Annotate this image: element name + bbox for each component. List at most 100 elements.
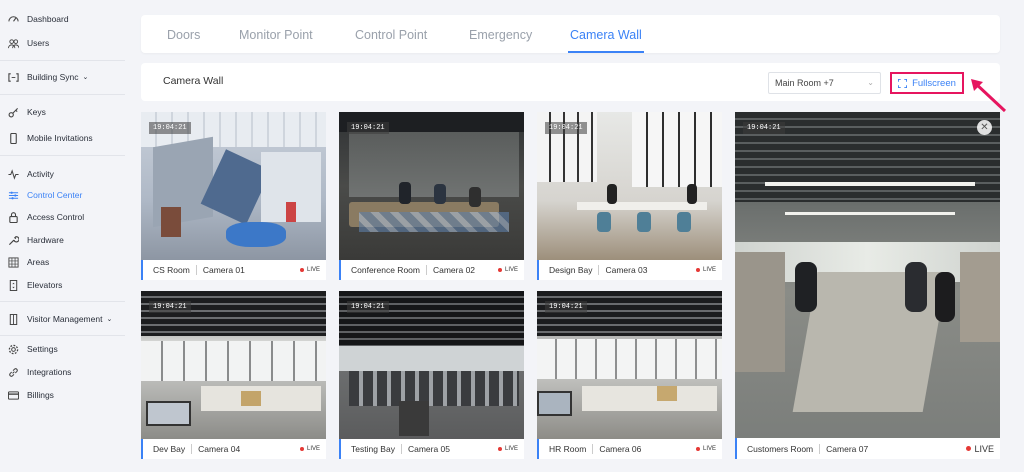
camera-tile-cs-room[interactable]: 19:04:21 CS Room Camera 01 LIVE <box>141 112 326 280</box>
live-dot-icon <box>695 447 700 451</box>
camera-room: Dev Bay <box>143 444 193 454</box>
camera-room: CS Room <box>143 265 197 275</box>
link-icon <box>9 367 18 377</box>
activity-icon <box>8 168 19 180</box>
live-dot-icon <box>497 268 502 272</box>
fullscreen-button[interactable]: Fullscreen <box>890 72 964 94</box>
camera-timestamp: 19:04:21 <box>347 122 389 134</box>
live-indicator: LIVE <box>966 444 994 454</box>
camera-timestamp: 19:04:21 <box>149 301 191 313</box>
grid-icon <box>8 256 19 268</box>
camera-caption: CS Room Camera 01 LIVE <box>141 260 326 280</box>
live-label: LIVE <box>974 443 994 454</box>
camera-tile-hr-room[interactable]: 19:04:21 HR Room Camera 06 LIVE <box>537 291 722 459</box>
camera-tile-conference-room[interactable]: 19:04:21 Conference Room Camera 02 LIVE <box>339 112 524 280</box>
tab-doors[interactable]: Doors <box>167 15 200 53</box>
sidebar-divider <box>0 301 125 302</box>
tab-camera-wall[interactable]: Camera Wall <box>568 15 644 53</box>
camera-feed <box>537 112 722 260</box>
sidebar-divider <box>0 155 125 156</box>
sidebar-item-label: Areas <box>27 257 50 267</box>
users-icon <box>8 38 19 48</box>
camera-name: Camera 02 <box>432 265 476 275</box>
toolbar-title: Camera Wall <box>163 75 224 87</box>
control-center-icon <box>8 191 19 199</box>
tab-monitor-point[interactable]: Monitor Point <box>239 15 313 53</box>
camera-name: Camera 06 <box>599 444 642 454</box>
fullscreen-label: Fullscreen <box>912 77 956 89</box>
camera-room: Customers Room <box>737 443 821 454</box>
live-label: LIVE <box>306 267 320 273</box>
camera-caption: Design Bay Camera 03 LIVE <box>537 260 722 280</box>
camera-tile-testing-bay[interactable]: 19:04:21 Testing Bay Camera 05 LIVE <box>339 291 524 459</box>
camera-name: Camera 01 <box>202 265 245 275</box>
sidebar-item-label: Users <box>27 38 50 48</box>
sidebar-divider <box>0 335 125 336</box>
sync-icon <box>8 72 19 82</box>
camera-wall-toolbar: Camera Wall Main Room +7 ⌄ Fullscreen <box>141 63 1000 101</box>
camera-name: Camera 04 <box>198 444 241 454</box>
sidebar-item-label: Access Control <box>27 212 85 222</box>
camera-feed <box>339 291 524 439</box>
wrench-icon <box>8 235 19 245</box>
camera-caption: Customers Room Camera 07 LIVE <box>735 438 1000 459</box>
sidebar-item-users[interactable]: Users <box>8 34 49 52</box>
camera-feed <box>735 112 1000 438</box>
camera-name: Camera 03 <box>605 265 648 275</box>
camera-tile-dev-bay[interactable]: 19:04:21 Dev Bay Camera 04 LIVE <box>141 291 326 459</box>
live-label: LIVE <box>504 446 518 452</box>
camera-timestamp: 19:04:21 <box>545 122 587 134</box>
camera-caption: Dev Bay Camera 04 LIVE <box>141 439 326 459</box>
fullscreen-icon <box>898 78 908 88</box>
sidebar-item-label: Billings <box>27 390 54 400</box>
tab-control-point[interactable]: Control Point <box>355 15 427 53</box>
sidebar-item-label: Integrations <box>27 367 72 377</box>
sidebar-item-dashboard[interactable]: Dashboard <box>8 10 69 28</box>
live-dot-icon <box>497 447 502 451</box>
sidebar-item-label: Building Sync <box>27 72 79 82</box>
camera-caption: Testing Bay Camera 05 LIVE <box>339 439 524 459</box>
sidebar-item-settings[interactable]: Settings <box>8 340 58 358</box>
sidebar-item-billings[interactable]: Billings <box>8 386 54 404</box>
door-icon <box>9 313 18 325</box>
sidebar-item-label: Visitor Management <box>27 314 103 324</box>
sidebar-item-access-control[interactable]: Access Control <box>8 208 84 226</box>
gear-icon <box>8 344 19 354</box>
camera-feed <box>141 291 326 439</box>
close-icon[interactable]: ✕ <box>977 120 992 135</box>
sidebar-item-areas[interactable]: Areas <box>8 253 49 271</box>
sidebar-item-keys[interactable]: Keys <box>8 103 46 121</box>
live-indicator: LIVE <box>497 446 518 452</box>
sidebar-item-label: Mobile Invitations <box>27 133 93 143</box>
camera-tile-customers-room[interactable]: 19:04:21 ✕ Customers Room Camera 07 LIVE <box>735 112 1000 459</box>
tab-emergency[interactable]: Emergency <box>469 15 532 53</box>
camera-tile-design-bay[interactable]: 19:04:21 Design Bay Camera 03 LIVE <box>537 112 722 280</box>
live-dot-icon <box>299 447 304 451</box>
room-select[interactable]: Main Room +7 ⌄ <box>768 72 881 94</box>
sidebar-item-mobile-invitations[interactable]: Mobile Invitations <box>8 129 93 147</box>
sidebar-item-integrations[interactable]: Integrations <box>8 363 71 381</box>
live-label: LIVE <box>702 267 716 273</box>
sidebar-item-building-sync[interactable]: Building Sync ⌄ <box>8 68 88 86</box>
sidebar-item-visitor-management[interactable]: Visitor Management ⌄ <box>8 310 112 328</box>
sidebar-item-label: Keys <box>27 107 46 117</box>
chevron-down-icon: ⌄ <box>867 78 874 87</box>
tab-bar: Doors Monitor Point Control Point Emerge… <box>141 15 1000 53</box>
annotation-arrow-icon <box>971 79 1007 113</box>
sidebar-item-elevators[interactable]: Elevators <box>8 276 62 294</box>
sidebar-divider <box>0 94 125 95</box>
sidebar-item-label: Elevators <box>27 280 63 290</box>
camera-name: Camera 07 <box>826 443 869 454</box>
camera-timestamp: 19:04:21 <box>149 122 191 134</box>
live-dot-icon <box>299 268 304 272</box>
elevator-icon <box>9 279 18 291</box>
live-indicator: LIVE <box>299 446 320 452</box>
sidebar-item-hardware[interactable]: Hardware <box>8 231 64 249</box>
sidebar-item-activity[interactable]: Activity <box>8 165 54 183</box>
live-dot-icon <box>695 268 700 272</box>
camera-feed <box>339 112 524 260</box>
sidebar-item-label: Control Center <box>27 190 83 200</box>
live-label: LIVE <box>702 446 716 452</box>
sidebar-item-control-center[interactable]: Control Center <box>8 186 82 204</box>
camera-caption: Conference Room Camera 02 LIVE <box>339 260 524 280</box>
